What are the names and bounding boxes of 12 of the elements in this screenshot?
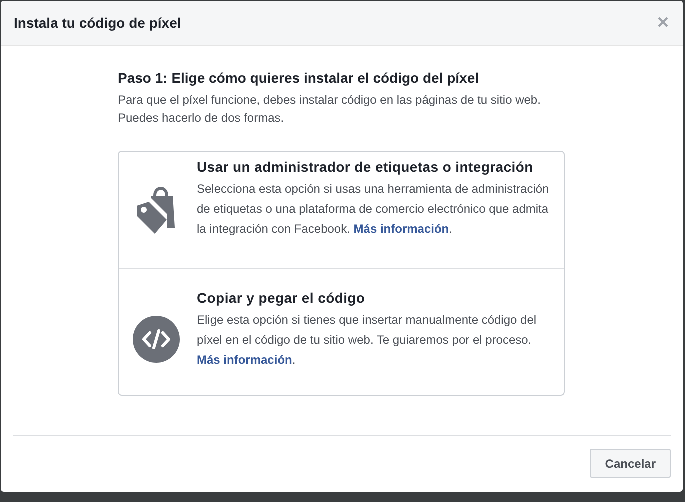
step-heading: Paso 1: Elige cómo quieres instalar el código del píxel [118,70,480,86]
option-description: Selecciona esta opción si usas una herramienta de administración de etiquetas o una plataforma de comercio electrónico que admita la integración con Facebook. Más información. [197,181,550,238]
option-item[interactable]: Copiar y pegar el código Elige esta opción si tienes que insertar manualmente código del píxel en el código de tu sitio web. Te guiaremos por el proceso. Más información. [119,268,564,395]
cancel-button[interactable]: Cancelar [590,449,671,478]
option-description: Elige esta opción si tienes que insertar manualmente código del píxel en el código de tu sitio web. Te guiaremos por el proceso. Más información. [197,312,538,369]
option-title: Copiar y pegar el código [197,289,366,308]
option-title: Usar un administrador de etiquetas o integración [197,158,534,177]
step-description: Para que el píxel funcione, debes instalar código en las páginas de tu sitio web. Puedes hacerlo de dos formas. [118,92,542,127]
dialog-title: Instala tu código de píxel [14,15,182,31]
more-info-link[interactable]: Más información [354,222,450,236]
code-icon [133,316,180,362]
more-info-link[interactable]: Más información [197,353,292,367]
